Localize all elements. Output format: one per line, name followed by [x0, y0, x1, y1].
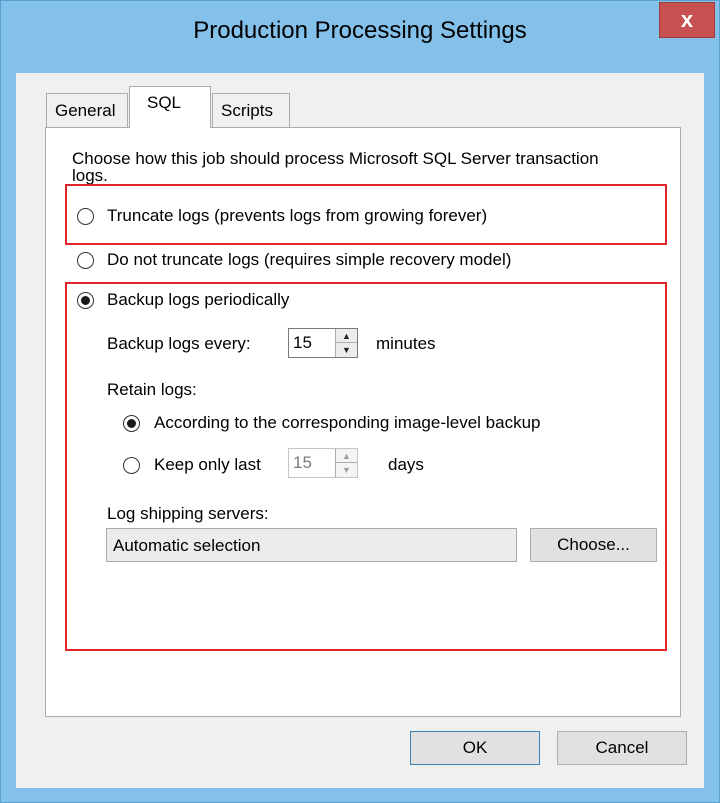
- sql-tab-panel: Choose how this job should process Micro…: [45, 127, 681, 717]
- chevron-down-icon[interactable]: ▼: [336, 343, 357, 357]
- tab-scripts-label: Scripts: [221, 100, 273, 120]
- tab-general[interactable]: General: [46, 93, 128, 127]
- do-not-truncate-radio[interactable]: [77, 252, 94, 269]
- keep-days-stepper[interactable]: 15 ▲ ▼: [288, 448, 358, 478]
- intro-text: Choose how this job should process Micro…: [72, 149, 599, 185]
- stepper-buttons: ▲ ▼: [335, 329, 357, 357]
- backup-interval-stepper[interactable]: 15 ▲ ▼: [288, 328, 358, 358]
- backup-interval-value[interactable]: 15: [293, 333, 312, 353]
- keep-days-unit: days: [388, 455, 424, 474]
- do-not-truncate-label[interactable]: Do not truncate logs (requires simple re…: [107, 250, 511, 270]
- backup-logs-label[interactable]: Backup logs periodically: [107, 290, 289, 310]
- tab-sql-label: SQL: [147, 93, 182, 112]
- dialog-client-area: General SQL Scripts Choose how this job …: [16, 73, 704, 788]
- tab-general-label: General: [55, 100, 116, 120]
- close-button[interactable]: x: [659, 2, 715, 38]
- backup-every-label: Backup logs every:: [107, 334, 251, 353]
- keep-only-last-label[interactable]: Keep only last: [154, 455, 261, 475]
- chevron-up-icon[interactable]: ▲: [336, 449, 357, 463]
- log-shipping-label: Log shipping servers:: [107, 504, 269, 523]
- close-icon: x: [680, 7, 694, 32]
- dialog-window: Production Processing Settings x General…: [0, 0, 720, 803]
- backup-logs-radio[interactable]: [77, 292, 94, 309]
- title-bar[interactable]: Production Processing Settings x: [1, 1, 719, 73]
- stepper-buttons-disabled: ▲ ▼: [335, 449, 357, 477]
- tab-sql[interactable]: SQL: [129, 86, 211, 128]
- chevron-up-icon[interactable]: ▲: [336, 329, 357, 343]
- ok-button[interactable]: OK: [410, 731, 540, 765]
- tab-scripts[interactable]: Scripts: [212, 93, 290, 127]
- backup-every-unit: minutes: [376, 334, 436, 353]
- cancel-button[interactable]: Cancel: [557, 731, 687, 765]
- retain-image-level-radio[interactable]: [123, 415, 140, 432]
- keep-only-last-radio[interactable]: [123, 457, 140, 474]
- window-title: Production Processing Settings: [193, 17, 527, 44]
- truncate-logs-radio[interactable]: [77, 208, 94, 225]
- truncate-logs-label[interactable]: Truncate logs (prevents logs from growin…: [107, 206, 487, 226]
- chevron-down-icon[interactable]: ▼: [336, 463, 357, 477]
- retain-logs-label: Retain logs:: [107, 380, 197, 399]
- retain-image-level-label[interactable]: According to the corresponding image-lev…: [154, 413, 541, 433]
- choose-button[interactable]: Choose...: [530, 528, 657, 562]
- keep-days-value[interactable]: 15: [293, 453, 312, 473]
- log-shipping-field[interactable]: Automatic selection: [106, 528, 517, 562]
